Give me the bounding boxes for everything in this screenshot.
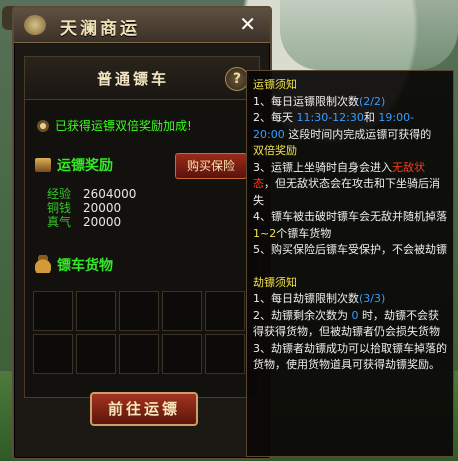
reward-section-label: 运镖奖励	[57, 158, 113, 174]
rule-text: 2、每天	[253, 111, 293, 124]
cargo-slot[interactable]	[162, 334, 202, 374]
reward-value: 20000	[83, 215, 122, 229]
escort-rule-5: 5、购买保险后镖车受保护，不会被劫镖	[253, 243, 447, 256]
rob-rules-header: 劫镖须知	[253, 275, 297, 289]
double-reward-text: 双倍奖励	[253, 144, 297, 157]
rob-rule-2: 2、劫镖剩余次数为 0 时，劫镖不会获得获得货物，但被劫镖者仍会损失货物	[253, 308, 447, 341]
rule-text: 个镖车货物	[276, 226, 332, 240]
go-escort-button[interactable]: 前往运镖	[90, 392, 198, 426]
rule-text: 2、劫镖剩余次数为	[253, 308, 348, 322]
invincible-text: 态	[253, 177, 264, 190]
cargo-slot[interactable]	[205, 291, 245, 331]
rule-text: 3、运镖上坐骑时自身会进入	[253, 160, 392, 174]
cargo-section-title: 镖车货物	[35, 255, 113, 275]
scene-building	[280, 0, 458, 70]
escort-rules-header: 运镖须知	[253, 78, 297, 91]
notice-text: 已获得运镖双倍奖励加成!	[55, 119, 192, 133]
reward-label: 真气	[47, 215, 72, 229]
time-range-2-start: 19:00-	[378, 111, 415, 124]
time-range-2-end: 20:00	[253, 127, 285, 141]
rule-text: 4、镖车被击破时镖车会无敌并随机掉落	[253, 210, 447, 223]
double-reward-notice: 已获得运镖双倍奖励加成!	[37, 117, 192, 134]
rule-text: 1、每日劫镖限制次数	[253, 292, 359, 305]
rules-tooltip: 运镖须知 1、每日运镖限制次数(2/2) 2、每天 11:30-12:30和 1…	[246, 70, 454, 457]
cargo-slot[interactable]	[162, 291, 202, 331]
drop-range: 1~2	[253, 226, 277, 240]
panel-title: 普通镖车	[97, 70, 170, 88]
rule-text: 1、每日运镖限制次数	[253, 94, 359, 108]
cargo-slot[interactable]	[119, 291, 159, 331]
rule-text: 和	[363, 111, 375, 124]
rob-rule-3: 3、劫镖者劫镖成功可以拾取镖车掉落的货物，使用货物道具可获得劫镖奖励。	[253, 341, 447, 372]
window-title: 天澜商运	[60, 19, 140, 39]
close-button[interactable]: ✕	[239, 12, 256, 36]
escort-rule-3: 3、运镖上坐骑时自身会进入无敌状态，但无敌状态会在攻击和下坐骑后消失	[253, 160, 447, 210]
cargo-slot[interactable]	[33, 291, 73, 331]
cargo-slot[interactable]	[33, 334, 73, 374]
clock-icon	[37, 120, 49, 132]
title-emblem-icon	[24, 15, 46, 35]
rob-rule-1: 1、每日劫镖限制次数(3/3)	[253, 291, 447, 308]
buy-insurance-button[interactable]: 购买保险	[175, 153, 247, 179]
cargo-slot[interactable]	[205, 334, 245, 374]
escort-rule-2: 2、每天 11:30-12:30和 19:00- 20:00 这段时间内完成运镖可…	[253, 110, 447, 160]
cargo-slot[interactable]	[76, 291, 116, 331]
reward-section-title: 运镖奖励	[35, 155, 113, 175]
rob-remaining-value: 0	[351, 308, 359, 322]
window-titlebar: 天澜商运 ✕	[14, 8, 270, 43]
time-range-1: 11:30-12:30	[296, 111, 364, 124]
treasure-chest-icon	[35, 158, 51, 172]
invincible-text: 无敌状	[392, 160, 425, 174]
escort-count-value: (2/2)	[359, 94, 386, 108]
rule-text: 这段时间内完成运镖可获得的	[288, 127, 432, 141]
money-bag-icon	[35, 255, 51, 273]
escort-rule-1: 1、每日运镖限制次数(2/2)	[253, 94, 447, 111]
rob-count-value: (3/3)	[359, 292, 386, 305]
escort-rule-4: 4、镖车被击破时镖车会无敌并随机掉落 1~2个镖车货物	[253, 209, 447, 242]
escort-window: 天澜商运 ✕ 普通镖车 ? 已获得运镖双倍奖励加成! 运镖奖励 购买保险 经验 2…	[12, 6, 272, 460]
cargo-slot[interactable]	[119, 334, 159, 374]
panel-header: 普通镖车 ?	[25, 57, 259, 100]
reward-row-qi: 真气 20000	[47, 213, 121, 230]
rule-text: ，但无敌状态会在攻击和下坐骑后消失	[253, 177, 440, 207]
cargo-section-label: 镖车货物	[57, 258, 113, 274]
cargo-slot[interactable]	[76, 334, 116, 374]
escort-panel: 普通镖车 ? 已获得运镖双倍奖励加成! 运镖奖励 购买保险 经验 2604000 …	[24, 56, 260, 398]
